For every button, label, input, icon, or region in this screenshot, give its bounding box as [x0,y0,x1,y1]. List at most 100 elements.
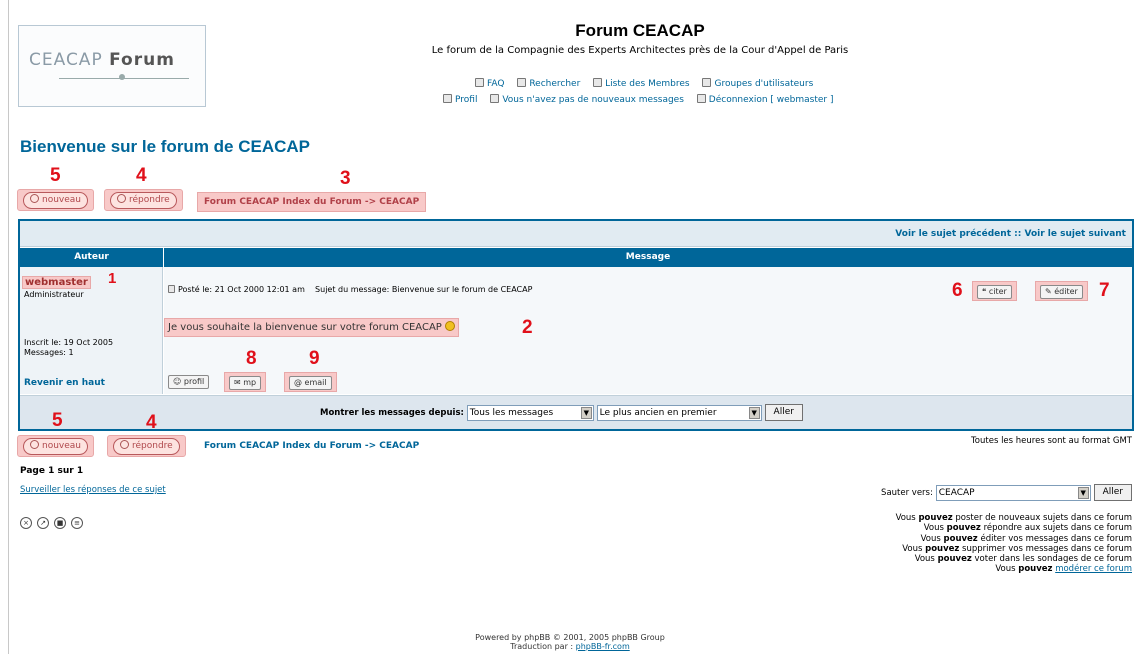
chevron-down-icon: ▼ [580,406,592,419]
message-column-header: Message [164,248,1132,267]
new-topic-button-bottom[interactable]: nouveau [17,435,94,457]
delete-icon[interactable]: ■ [54,517,66,529]
nav-messages[interactable]: Vous n'avez pas de nouveaux messages [490,94,684,105]
prev-next-topic-links[interactable]: Voir le sujet précédent :: Voir le sujet… [895,229,1126,239]
groups-icon [702,78,712,87]
edit-icon: ✎ [1045,287,1055,296]
translation-link[interactable]: phpBB-fr.com [576,642,630,651]
permission-line: Vous pouvez supprimer vos messages dans … [902,543,1132,554]
nav-logout[interactable]: Déconnexion [ webmaster ] [696,94,833,105]
members-icon [593,78,603,87]
nav-row-1: FAQ Rechercher Liste des Membres Groupes… [475,78,823,89]
filter-controls: Montrer les messages depuis: Tous les me… [320,404,803,421]
nav-search[interactable]: Rechercher [517,78,580,89]
logo-text: CEACAP Forum [29,50,175,70]
annotation-1: 1 [108,270,117,287]
permission-line: Vous pouvez voter dans les sondages de c… [914,554,1132,565]
watch-topic-link[interactable]: Surveiller les réponses de ce sujet [20,485,166,495]
annotation-3: 3 [340,168,351,189]
permission-line: Vous pouvez poster de nouveaux sujets da… [895,513,1132,523]
topic-table: Voir le sujet précédent :: Voir le sujet… [18,219,1134,431]
profile-button[interactable]: ☺ profil [168,375,210,389]
page-title[interactable]: Bienvenue sur le forum de CEACAP [20,137,310,157]
new-topic-icon [30,194,39,203]
filter-label: Montrer les messages depuis: [320,408,464,418]
smiley-icon [445,321,456,331]
nav-profile[interactable]: Profil [443,94,477,105]
email-button-wrap: @ email [284,372,337,392]
reply-icon [117,194,126,203]
edit-button-wrap: ✎ éditer [1035,281,1088,301]
pm-button[interactable]: ✉ mp [229,376,262,390]
move-icon[interactable]: ↗ [37,517,49,529]
search-icon [517,78,527,87]
annotation-4-bottom: 4 [146,412,157,433]
message-filter-bar: Montrer les messages depuis: Tous les me… [20,395,1132,429]
jump-go-button[interactable]: Aller [1093,484,1132,501]
split-icon[interactable]: ≡ [71,517,83,529]
author-rank: Administrateur [24,290,84,299]
post-body: Je vous souhaite la bienvenue sur votre … [164,318,460,337]
permission-line: Vous pouvez modérer ce forum [995,564,1132,575]
back-to-top-link[interactable]: Revenir en haut [24,378,105,388]
annotation-7: 7 [1099,280,1110,301]
page-footer: Powered by phpBB © 2001, 2005 phpBB Grou… [420,633,720,651]
nav-faq[interactable]: FAQ [475,78,504,89]
chevron-down-icon: ▼ [748,406,760,419]
moderate-link[interactable]: modérer ce forum [1055,564,1132,574]
profile-icon: ☺ [173,377,184,386]
timezone-note: Toutes les heures sont au format GMT [971,436,1132,446]
pm-icon: ✉ [234,378,244,387]
email-icon: @ [294,378,305,387]
edit-button[interactable]: ✎ éditer [1040,285,1083,299]
nav-row-2: Profil Vous n'avez pas de nouveaux messa… [443,94,843,105]
quote-icon: ❝ [982,287,989,296]
post-icon [168,285,175,293]
annotation-4-top: 4 [136,165,147,186]
annotation-9: 9 [309,348,320,369]
profile-icon [443,94,452,103]
permission-line: Vous pouvez répondre aux sujets dans ce … [923,523,1132,534]
annotation-5-top: 5 [50,165,61,186]
period-select[interactable]: Tous les messages ▼ [466,404,594,421]
filter-go-button[interactable]: Aller [764,404,803,421]
order-select[interactable]: Le plus ancien en premier ▼ [596,404,762,421]
site-description: Le forum de la Compagnie des Experts Arc… [431,45,849,56]
post-meta: Posté le: 21 Oct 2000 12:01 am Sujet du … [168,285,532,294]
pm-button-wrap: ✉ mp [224,372,267,392]
annotation-6: 6 [952,280,963,301]
reply-button-bottom[interactable]: répondre [107,435,186,457]
annotation-5-bottom: 5 [52,410,63,431]
profile-button-wrap: ☺ profil [164,372,213,392]
author-column: webmaster 1 Administrateur Inscrit le: 1… [20,267,163,394]
forum-permissions: Vous pouvez poster de nouveaux sujets da… [812,513,1132,575]
new-topic-button-top[interactable]: nouveau [17,189,94,211]
breadcrumb-bottom[interactable]: Forum CEACAP Index du Forum -> CEACAP [204,441,419,451]
permission-line: Vous pouvez éditer vos messages dans ce … [920,533,1132,544]
breadcrumb-top[interactable]: Forum CEACAP Index du Forum -> CEACAP [197,192,427,212]
quote-button[interactable]: ❝ citer [977,285,1012,299]
reply-button-top[interactable]: répondre [104,189,183,211]
quote-button-wrap: ❝ citer [972,281,1017,301]
site-logo[interactable]: CEACAP Forum [18,25,206,107]
site-title: Forum CEACAP [575,21,705,40]
author-joined: Inscrit le: 19 Oct 2005 [24,338,114,347]
annotation-8: 8 [246,348,257,369]
jump-select[interactable]: CEACAP ▼ [935,484,1091,501]
author-column-header: Auteur [20,248,163,267]
annotation-2: 2 [522,317,533,338]
topic-nav-strip: Voir le sujet précédent :: Voir le sujet… [20,221,1132,247]
email-button[interactable]: @ email [289,376,332,390]
logout-icon [696,94,706,103]
nav-members[interactable]: Liste des Membres [593,78,690,89]
jump-to-forum: Sauter vers: CEACAP ▼ Aller [881,484,1132,501]
faq-icon [475,78,484,87]
author-name[interactable]: webmaster [22,276,91,289]
new-topic-icon [30,440,39,449]
translation-credit: Traduction par : phpBB-fr.com [510,642,630,651]
nav-groups[interactable]: Groupes d'utilisateurs [702,78,813,89]
chevron-down-icon: ▼ [1077,486,1089,499]
message-column: Posté le: 21 Oct 2000 12:01 am Sujet du … [164,267,1132,394]
lock-icon[interactable]: × [20,517,32,529]
logo-dot [119,74,125,80]
